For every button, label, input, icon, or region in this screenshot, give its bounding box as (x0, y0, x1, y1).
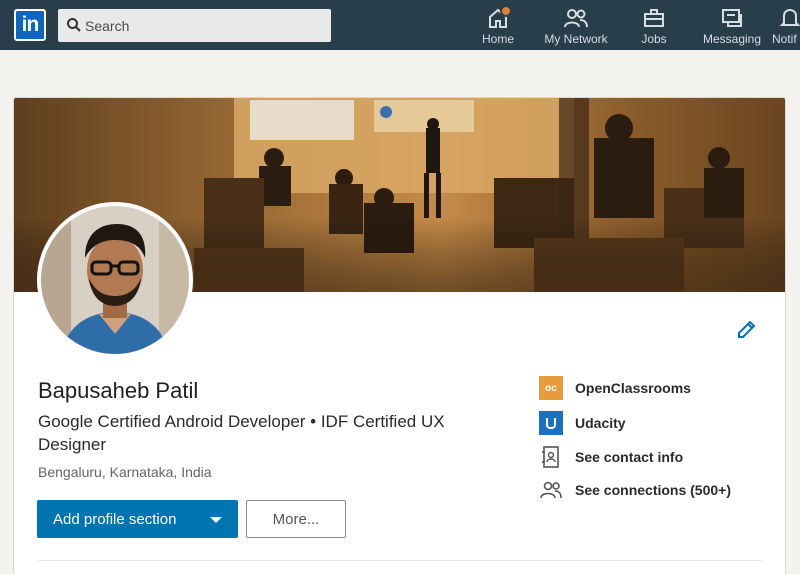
profile-headline: Google Certified Android Developer • IDF… (38, 412, 445, 454)
nav-messaging-label: Messaging (702, 32, 762, 46)
top-nav-bar: in Home My Network Jobs (0, 0, 800, 50)
openclassrooms-label: OpenClassrooms (575, 380, 691, 396)
nav-home-label: Home (481, 32, 514, 46)
chevron-down-icon (210, 517, 222, 523)
nav-jobs[interactable]: Jobs (628, 5, 680, 47)
network-icon (564, 9, 588, 28)
add-profile-section-button[interactable]: Add profile section (37, 500, 238, 538)
linkedin-logo[interactable]: in (14, 9, 46, 41)
profile-card: Bapusaheb Patil Google Certified Android… (13, 97, 786, 574)
sidebar-item-udacity[interactable]: Udacity (539, 410, 626, 436)
udacity-label: Udacity (575, 415, 626, 431)
edit-pencil-icon[interactable] (735, 319, 757, 341)
messaging-icon (722, 9, 742, 27)
openclassrooms-logo-icon: oc (539, 376, 563, 400)
see-connections-label: See connections (500+) (575, 482, 732, 498)
profile-avatar[interactable] (37, 202, 193, 358)
nav-messaging[interactable]: Messaging (700, 5, 764, 47)
see-contact-info-link[interactable]: See contact info (539, 444, 683, 470)
profile-location: Bengaluru, Karnataka, India (38, 464, 212, 480)
search-icon (67, 18, 81, 32)
search-box[interactable] (58, 9, 331, 42)
address-book-icon (542, 446, 559, 468)
see-contact-info-label: See contact info (575, 449, 684, 465)
notifications-icon (779, 8, 800, 26)
nav-notifications[interactable]: Notif (772, 5, 800, 47)
search-input[interactable] (85, 9, 325, 42)
nav-my-network[interactable]: My Network (540, 5, 612, 47)
notification-dot (500, 5, 512, 17)
nav-jobs-label: Jobs (641, 32, 667, 46)
connections-icon (540, 481, 562, 499)
avatar-image (41, 206, 189, 354)
nav-notifications-label: Notif (772, 32, 797, 46)
udacity-logo-icon (539, 411, 563, 435)
see-connections-link[interactable]: See connections (500+) (539, 477, 731, 503)
jobs-icon (644, 9, 664, 27)
nav-home[interactable]: Home (470, 5, 526, 47)
nav-my-network-label: My Network (544, 32, 608, 46)
section-divider (38, 560, 762, 561)
more-button[interactable]: More... (246, 500, 346, 538)
sidebar-item-openclassrooms[interactable]: oc OpenClassrooms (539, 375, 691, 401)
profile-name: Bapusaheb Patil (38, 378, 199, 403)
add-profile-section-label: Add profile section (53, 510, 177, 528)
svg-text:oc: oc (545, 383, 557, 394)
